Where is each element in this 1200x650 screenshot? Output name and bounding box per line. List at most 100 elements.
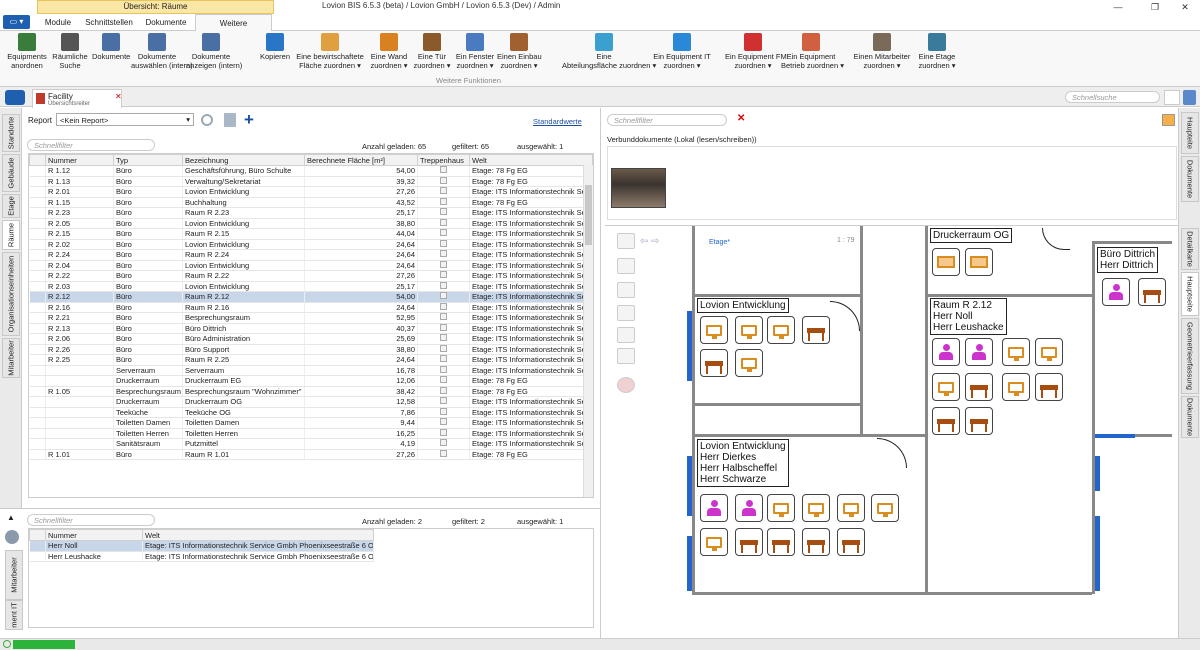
tab-schnittstellen[interactable]: Schnittstellen — [80, 14, 138, 31]
cell-treppenhaus[interactable] — [417, 323, 470, 334]
plan-label-lovion-1[interactable]: Lovion Entwicklung — [697, 298, 789, 313]
monitor-icon[interactable] — [700, 316, 728, 344]
col-selector-lower[interactable] — [29, 529, 46, 541]
ribbon-button-5[interactable]: Kopieren — [257, 33, 293, 62]
col-typ[interactable]: Typ — [113, 154, 183, 166]
cell-treppenhaus[interactable] — [417, 438, 470, 450]
treppenhaus-checkbox[interactable] — [440, 376, 447, 384]
tab-dokumente[interactable]: Dokumente — [140, 14, 192, 31]
row-selector[interactable] — [29, 165, 46, 177]
cell-treppenhaus[interactable] — [417, 186, 470, 198]
row-selector[interactable] — [29, 281, 46, 292]
treppenhaus-checkbox[interactable] — [440, 208, 447, 216]
monitor-icon[interactable] — [1002, 338, 1030, 366]
treppenhaus-checkbox[interactable] — [440, 250, 447, 258]
move-tool-icon[interactable] — [617, 348, 635, 364]
cell-treppenhaus[interactable] — [417, 176, 470, 187]
row-selector[interactable] — [29, 323, 46, 334]
cell-treppenhaus[interactable] — [417, 365, 470, 376]
cell-treppenhaus[interactable] — [417, 375, 470, 387]
table-row[interactable]: Toiletten Damen Toiletten Damen 9,44 Etage:… — [29, 417, 593, 429]
vtab-organisationseinheiten[interactable]: Organisationseinheiten — [2, 252, 20, 336]
row-selector[interactable] — [29, 291, 46, 303]
treppenhaus-checkbox[interactable] — [440, 292, 447, 300]
vtab-equipment-it[interactable]: ment IT — [5, 600, 23, 630]
desk-icon[interactable] — [802, 316, 830, 344]
monitor-icon[interactable] — [735, 349, 763, 377]
tab-module[interactable]: Module — [38, 14, 78, 31]
treppenhaus-checkbox[interactable] — [440, 176, 447, 184]
table-row[interactable]: R 2.16 Büro Raum R 2.16 24,64 Etage: ITS Inf… — [29, 302, 593, 313]
table-row[interactable]: R 2.13 Büro Büro Dittrich 40,37 Etage: ITS I… — [29, 323, 593, 334]
table-row[interactable]: R 2.12 Büro Raum R 2.12 54,00 Etage: ITS Inf… — [29, 291, 593, 303]
treppenhaus-checkbox[interactable] — [440, 407, 447, 415]
desk-icon[interactable] — [802, 528, 830, 556]
desk-icon[interactable] — [700, 349, 728, 377]
standardwerte-link[interactable]: Standardwerte — [533, 117, 582, 126]
tab-facility[interactable]: Facility Übersichtsreiter ✕ — [32, 89, 122, 108]
desk-icon[interactable] — [932, 407, 960, 435]
treppenhaus-checkbox[interactable] — [440, 302, 447, 310]
row-selector[interactable] — [29, 344, 46, 355]
row-selector[interactable] — [29, 239, 46, 250]
cell-treppenhaus[interactable] — [417, 239, 470, 250]
ribbon-button-2[interactable]: Dokumente — [92, 33, 130, 62]
cell-treppenhaus[interactable] — [417, 260, 470, 271]
desk-icon[interactable] — [837, 528, 865, 556]
monitor-icon[interactable] — [767, 494, 795, 522]
tab-weitere-funktionen[interactable]: Weitere Funktionen — [195, 14, 272, 45]
table-row[interactable]: R 1.12 Büro Geschäftsführung, Büro Schulte… — [29, 165, 593, 177]
ribbon-button-14[interactable]: Ein Equipment Betrieb zuordnen ▾ — [781, 33, 844, 70]
refresh-icon[interactable] — [201, 114, 213, 126]
treppenhaus-checkbox[interactable] — [440, 281, 447, 289]
row-selector[interactable] — [29, 407, 46, 418]
printer-icon[interactable] — [965, 248, 993, 276]
table-row[interactable]: Serverraum Serverraum 16,78 Etage: ITS Info… — [29, 365, 593, 376]
vtab-standorte[interactable]: Standorte — [2, 114, 20, 152]
row-selector[interactable] — [29, 176, 46, 187]
row-selector[interactable] — [29, 302, 46, 313]
desk-icon[interactable] — [735, 528, 763, 556]
cell-treppenhaus[interactable] — [417, 354, 470, 366]
cell-treppenhaus[interactable] — [417, 207, 470, 219]
expand-icon[interactable] — [1164, 90, 1180, 105]
docs-filter-input[interactable]: Schnellfilter — [607, 114, 727, 126]
treppenhaus-checkbox[interactable] — [440, 344, 447, 352]
vtab-dokumente-bottom[interactable]: Dokumente — [1181, 396, 1199, 438]
cell-treppenhaus[interactable] — [417, 396, 470, 408]
table-row[interactable]: R 1.05 Besprechungsraum Besprechungsraum "… — [29, 386, 593, 397]
treppenhaus-checkbox[interactable] — [440, 365, 447, 373]
plan-label-druckerraum[interactable]: Druckerraum OG — [930, 228, 1013, 243]
ribbon-button-11[interactable]: Eine Abteilungsfläche zuordnen ▾ — [562, 33, 656, 70]
cell-treppenhaus[interactable] — [417, 270, 470, 282]
plan-label-lovion-2[interactable]: Lovion Entwicklung Herr Dierkes Herr Hal… — [697, 439, 789, 487]
vtab-mitarbeiter[interactable]: Mitarbeiter — [2, 338, 20, 378]
treppenhaus-checkbox[interactable] — [440, 428, 447, 436]
vtab-hauptseite[interactable]: Hauptseite — [1181, 272, 1199, 316]
treppenhaus-checkbox[interactable] — [440, 166, 447, 174]
table-row[interactable]: R 2.25 Büro Raum R 2.25 24,64 Etage: ITS Inf… — [29, 354, 593, 366]
zoom-tool-icon[interactable] — [617, 305, 635, 321]
table-row[interactable]: R 2.05 Büro Lovion Entwicklung 38,80 Etage: … — [29, 218, 593, 229]
table-row[interactable]: R 2.06 Büro Büro Administration 25,69 Etage:… — [29, 333, 593, 345]
ribbon-button-3[interactable]: Dokumente auswählen (intern) — [131, 33, 193, 70]
cell-treppenhaus[interactable] — [417, 197, 470, 208]
col-flaeche[interactable]: Berechnete Fläche [m²] — [304, 154, 418, 166]
treppenhaus-checkbox[interactable] — [440, 197, 447, 205]
lower-filter-input[interactable]: Schnellfilter — [27, 514, 155, 526]
row-selector[interactable] — [29, 365, 46, 376]
treppenhaus-checkbox[interactable] — [440, 449, 447, 457]
settings-gear-icon[interactable] — [5, 530, 19, 544]
row-selector[interactable] — [29, 438, 46, 450]
floor-plan[interactable]: Druckerraum OG Büro Dittrich Herr Dittri… — [605, 225, 1178, 638]
row-selector[interactable] — [29, 354, 46, 366]
vtab-dokumente-top[interactable]: Dokumente — [1181, 156, 1199, 202]
ribbon-button-13[interactable]: Ein Equipment FM zuordnen ▾ — [725, 33, 787, 70]
row-selector[interactable] — [29, 207, 46, 219]
table-row[interactable]: Teeküche Teeküche OG 7,86 Etage: ITS Inform… — [29, 407, 593, 418]
col-nummer-lower[interactable]: Nummer — [45, 529, 143, 541]
clear-filter-icon[interactable]: ✕ — [737, 113, 745, 124]
treppenhaus-checkbox[interactable] — [440, 439, 447, 447]
ribbon-button-12[interactable]: Ein Equipment IT zuordnen ▾ — [650, 33, 714, 70]
col-nummer[interactable]: Nummer — [45, 154, 114, 166]
